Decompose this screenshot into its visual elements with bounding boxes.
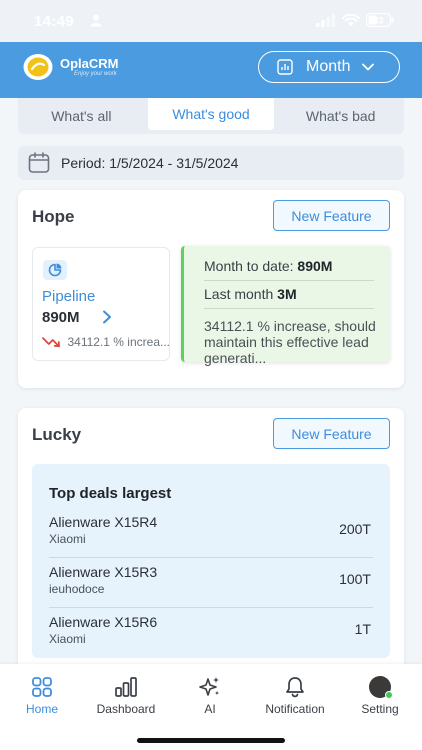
calendar-icon bbox=[28, 152, 50, 173]
card-title: Lucky bbox=[32, 425, 82, 444]
tab-whats-good[interactable]: What's good bbox=[147, 98, 275, 130]
battery-icon: 33 bbox=[366, 13, 394, 27]
lucky-card: Lucky New Feature Top deals largest Alie… bbox=[18, 408, 404, 664]
main-content: What's all What's good What's bad Period… bbox=[0, 98, 422, 664]
nav-dashboard[interactable]: Dashboard bbox=[84, 676, 168, 716]
pipeline-label: Pipeline bbox=[42, 288, 96, 305]
deal-company: Xiaomi bbox=[49, 632, 86, 646]
period-selector-label: Month bbox=[306, 58, 351, 75]
status-icons: 33 bbox=[316, 13, 394, 27]
period-label: Period: bbox=[61, 155, 106, 171]
logo-mark-icon bbox=[23, 54, 53, 80]
nav-notification[interactable]: Notification bbox=[253, 676, 337, 716]
online-status-dot bbox=[385, 691, 393, 699]
nav-label: Setting bbox=[361, 702, 399, 716]
deal-row[interactable]: Alienware X15R4 Xiaomi 200T bbox=[49, 508, 373, 558]
period-selector-button[interactable]: Month bbox=[258, 51, 400, 83]
deal-value: 1T bbox=[354, 621, 371, 637]
pipeline-tooltip: Month to date: 890M Last month 3M 34112.… bbox=[181, 246, 390, 366]
period-range: 1/5/2024 - 31/5/2024 bbox=[109, 155, 239, 171]
pipeline-value: 890M bbox=[42, 309, 80, 326]
last-month-value: 3M bbox=[277, 286, 297, 302]
grid-icon bbox=[32, 677, 52, 697]
top-deals-title: Top deals largest bbox=[49, 485, 172, 502]
nav-setting[interactable]: Setting bbox=[338, 676, 422, 716]
insight-note: 34112.1 % increase, should maintain this… bbox=[204, 318, 376, 366]
divider bbox=[204, 308, 374, 309]
deal-value: 100T bbox=[339, 571, 371, 587]
mtd-value: 890M bbox=[297, 258, 333, 274]
deal-name: Alienware X15R6 bbox=[49, 614, 158, 630]
month-to-date-row: Month to date: 890M bbox=[204, 258, 332, 274]
filter-tabs: What's all What's good What's bad bbox=[18, 98, 404, 134]
top-deals-panel: Top deals largest Alienware X15R4 Xiaomi… bbox=[32, 464, 390, 658]
wifi-icon bbox=[342, 13, 360, 26]
battery-level: 33 bbox=[373, 16, 383, 26]
brand-tagline: Enjoy your work bbox=[74, 71, 117, 77]
new-feature-button[interactable]: New Feature bbox=[273, 418, 390, 449]
app-header: OplaCRM Enjoy your work Month bbox=[0, 42, 422, 98]
last-month-label: Last month bbox=[204, 286, 274, 302]
pipeline-widget[interactable]: Pipeline 890M 34112.1 % increa... bbox=[32, 247, 170, 361]
status-time: 14:49 bbox=[34, 13, 74, 30]
mtd-label: Month to date: bbox=[204, 258, 294, 274]
nav-label: Notification bbox=[265, 702, 325, 716]
hope-card: Hope New Feature Pipeline 890M 34112.1 %… bbox=[18, 190, 404, 388]
status-bar: 14:49 33 bbox=[0, 0, 422, 42]
tab-whats-all[interactable]: What's all bbox=[18, 98, 145, 134]
deal-company: Xiaomi bbox=[49, 532, 86, 546]
bar-chart-icon bbox=[115, 677, 137, 697]
nav-home[interactable]: Home bbox=[0, 676, 84, 716]
period-text: Period: 1/5/2024 - 31/5/2024 bbox=[61, 155, 238, 171]
deal-name: Alienware X15R4 bbox=[49, 514, 158, 530]
pie-chart-icon bbox=[43, 260, 67, 280]
card-title: Hope bbox=[32, 207, 75, 226]
chevron-right-icon[interactable] bbox=[102, 310, 112, 324]
trend-down-icon bbox=[42, 337, 60, 348]
nav-label: Dashboard bbox=[96, 702, 156, 716]
deal-row[interactable]: Alienware X15R3 ieuhodoce 100T bbox=[49, 558, 373, 608]
calendar-chart-icon bbox=[277, 59, 293, 75]
person-icon bbox=[90, 14, 102, 27]
tab-whats-bad[interactable]: What's bad bbox=[277, 98, 404, 134]
nav-label: Home bbox=[25, 702, 58, 716]
avatar bbox=[369, 676, 393, 699]
deal-value: 200T bbox=[339, 521, 371, 537]
nav-ai[interactable]: AI bbox=[168, 676, 252, 716]
sparkle-icon bbox=[199, 677, 219, 696]
new-feature-button[interactable]: New Feature bbox=[273, 200, 390, 231]
bell-icon bbox=[286, 677, 304, 698]
deal-name: Alienware X15R3 bbox=[49, 564, 158, 580]
brand-logo: OplaCRM Enjoy your work bbox=[22, 52, 119, 82]
period-bar: Period: 1/5/2024 - 31/5/2024 bbox=[18, 146, 404, 180]
nav-label: AI bbox=[204, 702, 216, 716]
deal-row[interactable]: Alienware X15R6 Xiaomi 1T bbox=[49, 608, 373, 658]
chevron-down-icon bbox=[362, 63, 375, 71]
pipeline-trend-text: 34112.1 % increa... bbox=[67, 335, 170, 349]
pipeline-trend: 34112.1 % increa... bbox=[42, 335, 170, 349]
last-month-row: Last month 3M bbox=[204, 286, 297, 302]
brand-name: OplaCRM bbox=[60, 56, 119, 71]
divider bbox=[204, 280, 374, 281]
home-indicator bbox=[137, 738, 285, 743]
signal-icon bbox=[316, 13, 336, 27]
deal-company: ieuhodoce bbox=[49, 582, 105, 596]
